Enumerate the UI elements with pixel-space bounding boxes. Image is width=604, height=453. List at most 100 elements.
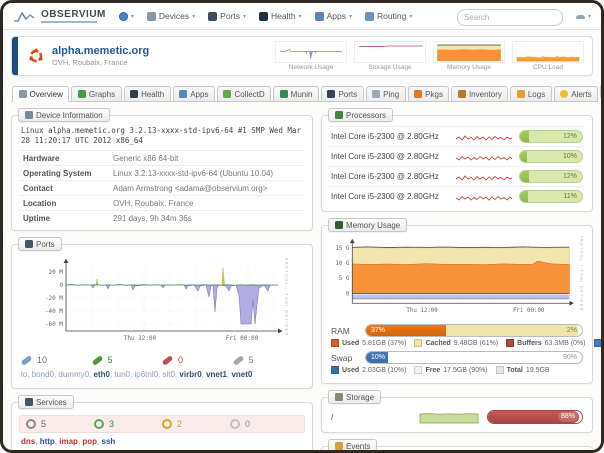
panel-title-ports[interactable]: Ports (18, 237, 62, 251)
port-count-disabled[interactable]: 5 (233, 355, 304, 365)
service-count-warning[interactable]: 2 (162, 419, 230, 429)
device-location: OVH, Roubaix, France (52, 58, 149, 67)
tab-pkgs[interactable]: Pkgs (408, 86, 450, 102)
header-minigraphs: Network Usage Storage Usage Memory Usage (275, 41, 586, 71)
observium-logo[interactable]: OBSERVIUM (13, 10, 106, 23)
storage-sparkline-graph[interactable] (419, 410, 479, 424)
cpu-sparkline-graph[interactable] (455, 151, 513, 162)
menu-globe[interactable]: ▾ (119, 12, 134, 21)
processors-panel-icon (335, 111, 343, 119)
port-count-total[interactable]: 10 (21, 355, 92, 365)
menu-routing[interactable]: Routing ▾ (365, 11, 412, 21)
service-link[interactable]: http (40, 437, 60, 446)
svg-text:15 G: 15 G (335, 246, 349, 252)
menu-health[interactable]: Health ▾ (259, 11, 302, 21)
port-list: lobond0dummy0eth0tun0ip6tnl0sit0virbr0vn… (21, 369, 303, 381)
mountpoint-link[interactable]: / (331, 412, 411, 422)
tab-logs[interactable]: Logs (510, 86, 551, 102)
svg-text:Fri 00:00: Fri 00:00 (226, 335, 259, 342)
memory-usage-graph[interactable]: 15 G 10 G 5 G 0 Thu 12:00 Fri 00:00 RRDT… (329, 236, 585, 320)
storage-row: / 88% (331, 410, 583, 424)
brand-name: OBSERVIUM (41, 10, 106, 20)
health-tab-icon (130, 90, 138, 98)
collectd-icon (223, 90, 231, 98)
device-header: alpha.memetic.org OVH, Roubaix, France N… (11, 36, 593, 76)
pkgs-icon (414, 90, 422, 98)
panel-title-storage[interactable]: Storage (328, 390, 381, 404)
service-link[interactable]: imap (59, 437, 82, 446)
service-link[interactable]: dns (21, 437, 40, 446)
port-link[interactable]: sit0 (163, 370, 180, 379)
port-link[interactable]: bond0 (32, 370, 59, 379)
tab-collectd[interactable]: CollectD (217, 86, 271, 102)
minigraph-network[interactable]: Network Usage (275, 41, 347, 71)
ram-legend: Used5.81GB (37%) Cached9.48GB (61%) Buff… (331, 339, 583, 347)
refresh-button[interactable] (600, 84, 604, 99)
service-count-total[interactable]: 5 (26, 419, 94, 429)
inventory-icon (458, 90, 466, 98)
port-count-down[interactable]: 0 (162, 355, 233, 365)
tab-munin[interactable]: Munin (273, 86, 319, 102)
chevron-down-icon: ▾ (131, 13, 134, 20)
svg-text:10 G: 10 G (335, 261, 349, 267)
port-count-up[interactable]: 5 (92, 355, 163, 365)
port-link[interactable]: vnet1 (206, 370, 231, 379)
svg-text:Fri 00:00: Fri 00:00 (513, 308, 545, 314)
tab-alerts[interactable]: Alerts (554, 86, 598, 102)
storage-panel: Storage / 88% (321, 397, 593, 433)
service-link[interactable]: ssh (102, 437, 116, 446)
chevron-down-icon: ▾ (409, 13, 412, 20)
ports-traffic-graph[interactable]: 20 M 0 -20 M -40 M -60 M Thu 12:00 Fri 0… (19, 255, 305, 351)
menu-devices[interactable]: Devices ▾ (147, 11, 195, 21)
cpu-usage-bar: 12% (519, 170, 583, 183)
device-hostname-link[interactable]: alpha.memetic.org (52, 45, 149, 58)
tab-overview[interactable]: Overview (12, 86, 69, 102)
menu-ports[interactable]: Ports ▾ (208, 11, 246, 21)
panel-title-device-information[interactable]: Device Information (18, 108, 110, 122)
network-usage-minigraph (275, 41, 347, 63)
service-count-up[interactable]: 3 (94, 419, 162, 429)
panel-title-events[interactable]: Events (328, 439, 377, 453)
services-panel: Services 5 3 2 (11, 402, 313, 453)
minigraph-storage-label: Storage Usage (354, 64, 426, 71)
port-link[interactable]: ip6tnl0 (134, 370, 162, 379)
tab-ports[interactable]: Ports (321, 86, 364, 102)
memory-usage-panel: Memory Usage (321, 225, 593, 384)
panel-title-memory[interactable]: Memory Usage (328, 218, 407, 232)
tab-inventory[interactable]: Inventory (451, 86, 508, 102)
tab-health[interactable]: Health (124, 86, 171, 102)
port-link[interactable]: virbr0 (179, 370, 206, 379)
search-input[interactable] (457, 9, 563, 26)
table-row: Uptime 291 days, 9h 34m 36s (19, 211, 305, 226)
shared-swatch-icon (594, 339, 602, 347)
minigraph-memory[interactable]: Memory Usage (433, 41, 505, 71)
swap-legend: Used2.03GB (10%) Free17.5GB (90%) Total1… (331, 366, 583, 374)
menu-apps[interactable]: Apps ▾ (315, 11, 352, 21)
port-link[interactable]: tun0 (114, 370, 134, 379)
port-link[interactable]: lo (21, 370, 32, 379)
events-panel: Events 2013-04-15 02:55:05 System Packag… (321, 446, 593, 453)
minigraph-storage[interactable]: Storage Usage (354, 41, 426, 71)
port-link[interactable]: vnet0 (231, 370, 252, 379)
user-menu[interactable]: ▾ (576, 13, 591, 20)
panel-title-processors[interactable]: Processors (328, 108, 393, 122)
brand-tagline-bar (41, 21, 97, 23)
apps-tab-icon (179, 90, 187, 98)
service-link[interactable]: pop (82, 437, 101, 446)
tab-apps[interactable]: Apps (173, 86, 215, 102)
port-link[interactable]: dummy0 (58, 370, 93, 379)
chevron-down-icon: ▾ (588, 13, 591, 20)
tab-graphs[interactable]: Graphs (71, 86, 121, 102)
tab-ping[interactable]: Ping (366, 86, 406, 102)
sysdescr-text: Linux alpha.memetic.org 3.2.13-xxxx-std-… (21, 126, 303, 146)
events-panel-icon (335, 442, 343, 450)
minigraph-cpu[interactable]: CPU Load (512, 41, 584, 71)
cpu-sparkline-graph[interactable] (455, 171, 513, 182)
cpu-sparkline-graph[interactable] (455, 131, 513, 142)
panel-title-services[interactable]: Services (18, 395, 74, 409)
logo-squiggle-icon (13, 10, 37, 23)
port-link[interactable]: eth0 (94, 370, 115, 379)
cpu-sparkline-graph[interactable] (455, 191, 513, 202)
service-count-disabled[interactable]: 0 (230, 419, 298, 429)
processor-row: Intel Core i5-2300 @ 2.80GHz 12% (329, 166, 585, 186)
